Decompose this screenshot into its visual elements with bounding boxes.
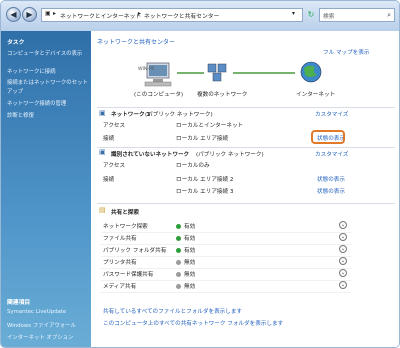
network-1-type: (パブリック ネットワーク) — [145, 112, 213, 118]
sidebar-item-view-computers[interactable]: コンピュータとデバイスの表示 — [7, 49, 82, 57]
chevron-down-icon[interactable]: ⌄ — [339, 257, 347, 265]
network-1-connection-value: ローカル エリア接続 — [176, 136, 229, 142]
search-placeholder: 検索 — [323, 14, 335, 20]
sidebar-item-connect[interactable]: ネットワークに接続 — [7, 67, 56, 75]
network-1-access-label: アクセス — [103, 123, 126, 129]
network-2-status-link-1[interactable]: 状態の表示 — [317, 175, 345, 183]
sharing-row-label: プリンタ共有 — [103, 260, 137, 266]
sidebar-item-firewall[interactable]: Windows ファイアウォール — [7, 321, 76, 329]
sharing-row-label: ネットワーク探索 — [103, 224, 148, 230]
sharing-row-value: 有効 — [184, 224, 196, 230]
sidebar-item-manage-connections[interactable]: ネットワーク接続の管理 — [7, 99, 66, 107]
chevron-down-icon[interactable]: ⌄ — [339, 221, 347, 229]
network-2-access-value: ローカルのみ — [176, 163, 210, 169]
sharing-row-status: 有効 — [176, 246, 195, 254]
show-shared-folders-link[interactable]: このコンピュータ上のすべての共有ネットワーク フォルダを表示します — [103, 319, 283, 327]
sharing-row-status: 有効 — [176, 234, 195, 242]
page-title: ネットワークと共有センター — [97, 39, 176, 46]
sharing-row-label: パブリック フォルダ共有 — [103, 248, 167, 254]
breadcrumb-separator: ▸ — [53, 11, 56, 17]
network-2-name: 識別されていないネットワーク — [111, 152, 190, 158]
divider — [97, 203, 395, 204]
sharing-row-value: 無効 — [184, 272, 196, 278]
sharing-row-label: ファイル共有 — [103, 236, 137, 242]
computer-label: (このコンピュータ) — [134, 92, 184, 98]
multiple-networks-label: 複数のネットワーク — [197, 92, 248, 98]
row-divider — [101, 232, 351, 233]
status-on-icon — [176, 236, 181, 241]
network-1-access-value: ローカルとインターネット — [176, 123, 244, 129]
search-input[interactable]: 検索 ⌕ — [319, 8, 395, 22]
show-shared-files-link[interactable]: 共有しているすべてのファイルとフォルダを表示します — [103, 307, 242, 315]
globe-icon — [300, 61, 322, 83]
title-bar: ◀ ▶ ▣ ▸ ネットワークとインターネット ▸ ネットワークと共有センター ▾… — [1, 1, 399, 31]
sharing-row-value: 無効 — [184, 260, 196, 266]
network-icon: ▣ — [99, 109, 106, 117]
sharing-row-status: 有効 — [176, 222, 195, 230]
highlight-box — [311, 130, 345, 144]
sharing-row-label: メディア共有 — [103, 284, 137, 290]
sharing-heading: 共有と探索 — [111, 210, 139, 216]
row-divider — [101, 244, 351, 245]
chevron-down-icon[interactable]: ⌄ — [339, 245, 347, 253]
network-2-access-label: アクセス — [103, 163, 126, 169]
sidebar-item-diagnose[interactable]: 診断と修復 — [7, 111, 34, 119]
row-divider — [101, 256, 351, 257]
computer-name: WIN-PC — [138, 67, 155, 72]
chevron-down-icon[interactable]: ⌄ — [339, 281, 347, 289]
network-1-customize-link[interactable]: カスタマイズ — [315, 110, 348, 118]
window: ◀ ▶ ▣ ▸ ネットワークとインターネット ▸ ネットワークと共有センター ▾… — [0, 0, 400, 348]
sidebar-item-setup[interactable]: 接続またはネットワークのセットアップ — [7, 79, 89, 97]
chevron-down-icon[interactable]: ▾ — [292, 11, 295, 17]
folder-icon: ▣ — [45, 11, 51, 17]
network-2-connection-label: 接続 — [103, 177, 115, 183]
breadcrumb-sharing-center[interactable]: ネットワークと共有センター — [144, 11, 219, 20]
sidebar-related-heading: 関連項目 — [7, 300, 31, 306]
sharing-row-label: パスワード保護共有 — [103, 272, 154, 278]
status-on-icon — [176, 224, 181, 229]
status-off-icon — [176, 260, 181, 265]
address-bar[interactable]: ▣ ▸ ネットワークとインターネット ▸ ネットワークと共有センター ▾ — [41, 8, 303, 22]
sharing-row-status: 無効 — [176, 282, 195, 290]
breadcrumb-network-internet[interactable]: ネットワークとインターネット — [60, 11, 141, 20]
sharing-icon: ▤ — [99, 206, 106, 214]
main-panel: ネットワークと共有センター フル マップを表示 WIN-PC (このコンピュータ… — [91, 31, 399, 347]
forward-button[interactable]: ▶ — [22, 7, 37, 22]
network-icon: ▣ — [99, 148, 106, 156]
sidebar-item-internet-options[interactable]: インターネット オプション — [7, 333, 73, 341]
network-map — [144, 61, 322, 87]
multiple-networks-icon — [207, 63, 227, 82]
sidebar-item-liveupdate[interactable]: Symantec LiveUpdate — [7, 309, 66, 315]
sharing-row-value: 無効 — [184, 284, 196, 290]
network-2-status-link-2[interactable]: 状態の表示 — [317, 187, 345, 195]
internet-label: インターネット — [296, 92, 336, 98]
network-2-connection-value-1: ローカル エリア接続 2 — [176, 177, 234, 183]
status-off-icon — [176, 284, 181, 289]
chevron-down-icon[interactable]: ⌄ — [339, 233, 347, 241]
network-2-type: (パブリック ネットワーク) — [196, 152, 264, 158]
chevron-down-icon[interactable]: ⌄ — [339, 269, 347, 277]
refresh-icon[interactable]: ↻ — [305, 9, 317, 21]
sharing-row-status: 無効 — [176, 270, 195, 278]
status-off-icon — [176, 272, 181, 277]
sharing-row-value: 有効 — [184, 236, 196, 242]
sidebar-task-heading: タスク — [7, 40, 25, 46]
back-button[interactable]: ◀ — [6, 7, 21, 22]
row-divider — [101, 292, 351, 293]
network-2-customize-link[interactable]: カスタマイズ — [315, 150, 348, 158]
row-divider — [101, 268, 351, 269]
status-on-icon — [176, 248, 181, 253]
sharing-row-value: 有効 — [184, 248, 196, 254]
row-divider — [101, 280, 351, 281]
network-2-connection-value-2: ローカル エリア接続 3 — [176, 189, 234, 195]
network-1-connection-label: 接続 — [103, 136, 115, 142]
sidebar: タスク コンピュータとデバイスの表示 ネットワークに接続 接続またはネットワーク… — [1, 31, 91, 347]
divider — [97, 147, 395, 148]
sharing-row-status: 無効 — [176, 258, 195, 266]
divider — [97, 107, 395, 108]
search-icon[interactable]: ⌕ — [387, 11, 391, 20]
breadcrumb-separator: ▸ — [138, 11, 141, 17]
